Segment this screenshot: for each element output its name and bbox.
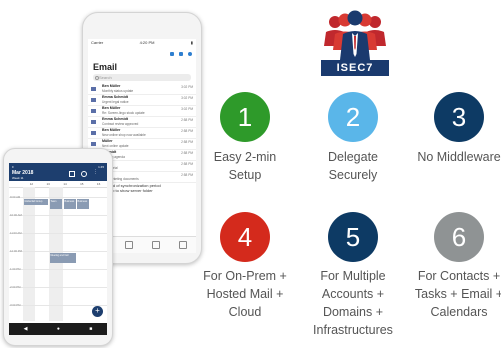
time-label: 12:00 PM (10, 249, 22, 253)
email-header (88, 47, 196, 61)
time-label: 9:00 AM (10, 195, 21, 199)
feature-number-circle: 3 (434, 92, 484, 142)
notes-tab-icon[interactable] (151, 241, 160, 249)
add-event-button[interactable]: + (92, 306, 103, 317)
contacts-tab-icon[interactable] (124, 241, 133, 249)
mail-time: 3:02 PM (181, 107, 193, 111)
mail-subject: Monthly status update (102, 89, 134, 93)
search-input[interactable]: Search (93, 74, 191, 81)
mail-time: 2:58 PM (181, 162, 193, 166)
calendar-header: ≡ 1:45 Mar 2018 Week 11 ⋮ (9, 163, 107, 181)
feature-number-circle: 4 (220, 212, 270, 262)
mail-row[interactable]: Emma Schmidt Contract review approved 2:58… (88, 117, 196, 128)
calendar-phone: ≡ 1:45 Mar 2018 Week 11 ⋮ 12 13 14 15 16 … (3, 148, 113, 346)
battery-icon: ▮ (190, 40, 193, 45)
feature-number-circle: 5 (328, 212, 378, 262)
menu-icon[interactable]: ≡ (12, 165, 14, 169)
mail-time: 3:02 PM (181, 96, 193, 100)
mail-subject: Next online update (102, 144, 129, 148)
mail-subject: Re: Screen-lingo stock update (102, 111, 145, 115)
mail-time: 2:58 PM (181, 173, 193, 177)
envelope-icon (91, 142, 96, 146)
envelope-icon (91, 98, 96, 102)
folder-icon[interactable] (179, 52, 183, 56)
recents-icon[interactable]: ■ (89, 326, 92, 332)
envelope-icon (91, 109, 96, 113)
email-title: Email (93, 62, 118, 72)
time-label: 10:00 AM (10, 213, 22, 217)
more-icon[interactable]: ⋮ (93, 169, 98, 175)
mail-subject: Urgent legal notice (102, 100, 129, 104)
status-bar: Carrier 4:20 PM ▮ (88, 39, 196, 47)
feature-label: For On-Prem + Hosted Mail + Cloud (203, 269, 287, 319)
calendar-column (23, 187, 35, 321)
feature-label: No Middleware (417, 150, 501, 164)
mail-subject: meeting agenda (102, 155, 125, 159)
mail-row[interactable]: Ben Müller New online shop now available 2… (88, 128, 196, 139)
envelope-icon (91, 131, 96, 135)
feature-number-circle: 1 (220, 92, 270, 142)
mail-time: 2:58 PM (181, 129, 193, 133)
edit-tab-icon[interactable] (178, 241, 187, 249)
time-label: 1:00 PM (10, 267, 21, 271)
time-label: 2:00 PM (10, 285, 21, 289)
mail-time: 2:58 PM (181, 118, 193, 122)
feature-label: For Contacts + Tasks + Email + Calendars (414, 269, 501, 319)
isec7-logo: ISEC7 (321, 8, 389, 80)
mail-row[interactable]: Ben Müller Re: Screen-lingo stock update 3… (88, 106, 196, 117)
mail-subject: 3 of marketing documents (102, 177, 139, 181)
feature-label: Delegate Securely (327, 150, 379, 182)
envelope-icon (91, 87, 96, 91)
mail-time: 2:58 PM (181, 151, 193, 155)
feature-number-circle: 6 (434, 212, 484, 262)
feature-number-circle: 2 (328, 92, 378, 142)
calendar-week: Week 11 (12, 176, 24, 180)
settings-icon[interactable] (188, 52, 192, 56)
calendar-screen: ≡ 1:45 Mar 2018 Week 11 ⋮ 12 13 14 15 16 … (9, 163, 107, 335)
feature-label: Easy 2-min Setup (213, 150, 277, 182)
logo-wordmark: ISEC7 (321, 60, 389, 76)
calendar-event[interactable]: Business (77, 199, 89, 209)
mail-time: 3:02 PM (181, 85, 193, 89)
time-label: 3:00 PM (10, 303, 21, 307)
calendar-event[interactable]: Meeting and Call (50, 253, 76, 263)
calendar-clock: 1:45 (98, 165, 104, 169)
time-label: 11:00 AM (10, 231, 22, 235)
calendar-event[interactable]: Business (64, 199, 76, 209)
calendar-event[interactable]: Team (50, 199, 62, 209)
envelope-icon (91, 120, 96, 124)
search-icon[interactable] (81, 171, 87, 177)
mail-row[interactable]: Ben Müller Monthly status update 3:02 PM (88, 84, 196, 95)
home-icon[interactable]: ● (57, 326, 60, 332)
mail-subject: Contract review approved (102, 122, 139, 126)
mail-time: 2:58 PM (181, 140, 193, 144)
calendar-event[interactable]: Global Ed Group (24, 199, 48, 205)
compose-icon[interactable] (170, 52, 174, 56)
feature-label: For Multiple Accounts + Domains + Infras… (313, 269, 393, 337)
calendar-view-icon[interactable] (69, 171, 75, 177)
mail-subject: New online shop now available (102, 133, 146, 137)
android-nav-bar: ◀ ● ■ (9, 323, 107, 335)
mail-subject: up material (102, 166, 196, 170)
clock-label: 4:20 PM (139, 40, 155, 45)
calendar-grid[interactable]: 9:00 AM 10:00 AM 11:00 AM 12:00 PM 1:00 … (9, 187, 107, 321)
carrier-label: Carrier (91, 40, 104, 45)
back-icon[interactable]: ◀ (24, 326, 28, 332)
people-group-icon (324, 10, 386, 60)
mail-row[interactable]: Emma Schmidt Urgent legal notice 3:02 PM (88, 95, 196, 106)
